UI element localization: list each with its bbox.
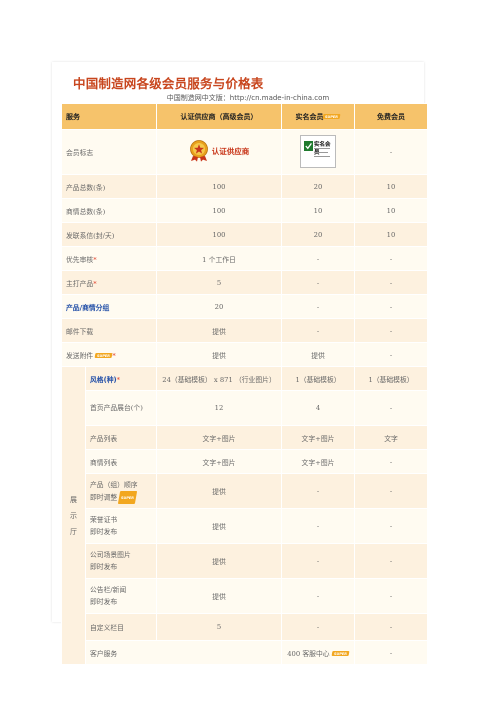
table-row: 自定义栏目 5 - - xyxy=(62,613,428,641)
table-row: 主打产品* 5 - - xyxy=(61,270,428,295)
table-row: 产品总数(条) 100 20 10 xyxy=(61,174,428,199)
checkmark-icon xyxy=(304,140,313,151)
new-badge: SUPER xyxy=(94,353,113,358)
new-badge: SUPER xyxy=(323,114,341,119)
table-row: 会员标志 认证供应商 实名会员 - xyxy=(61,129,428,175)
table-row: 公司场景图片 即时发布 提供 - - xyxy=(62,543,428,579)
header-gold: 认证供应商（高级会员） xyxy=(156,103,282,130)
table-row: 商情列表 文字+图片 文字+图片 - xyxy=(62,449,428,474)
table-row: 首页产品展台(个) 12 4 - xyxy=(62,390,428,426)
table-row: 产品/商情分组 20 - - xyxy=(61,294,428,319)
table-row: 发联系信(封/天) 100 20 10 xyxy=(61,222,428,247)
pricing-table: 服务 认证供应商（高级会员） 实名会员 SUPER 免费会员 会员标志 认证供应商 xyxy=(61,103,428,665)
table-row: 优先审核* 1 个工作日 - - xyxy=(61,246,428,271)
new-badge: SUPER xyxy=(118,490,138,504)
table-row: 客户服务 400 客服中心 SUPER - - xyxy=(62,640,428,665)
header-service: 服务 xyxy=(61,103,157,130)
table-row: 荣誉证书 即时发布 提供 - - xyxy=(62,508,428,544)
table-row: 邮件下载 提供 - - xyxy=(61,318,428,343)
showroom-label: 展 示 厅 xyxy=(61,366,86,665)
table-row: 展 示 厅 风格(种)* 24（基础模板） x 871 （行业图片） 1（基础模… xyxy=(61,366,428,665)
table-row: 发送附件 SUPER * 提供 提供 - xyxy=(61,342,428,367)
header-free: 免费会员 xyxy=(354,103,428,130)
table-row: 公告栏/新闻 即时发布 提供 - - xyxy=(62,578,428,614)
row-label: 会员标志 xyxy=(61,129,157,175)
real-member-cert: 实名会员 xyxy=(281,129,355,175)
new-badge: SUPER xyxy=(331,651,350,656)
page-subtitle: 中国制造网中文版：http://cn.made-in-china.com xyxy=(166,94,330,102)
gold-member-emblem: 认证供应商 xyxy=(156,129,282,175)
gold-medal-icon xyxy=(189,140,208,162)
table-row: 商情总数(条) 100 10 10 xyxy=(61,198,428,223)
table-row: 产品（组）顺序 即时调整 SUPER 提供 - - xyxy=(62,473,428,509)
page-title: 中国制造网各级会员服务与价格表 xyxy=(73,76,264,91)
header-real: 实名会员 SUPER xyxy=(281,103,355,130)
table-row: 产品列表 文字+图片 文字+图片 文字 xyxy=(62,425,428,450)
